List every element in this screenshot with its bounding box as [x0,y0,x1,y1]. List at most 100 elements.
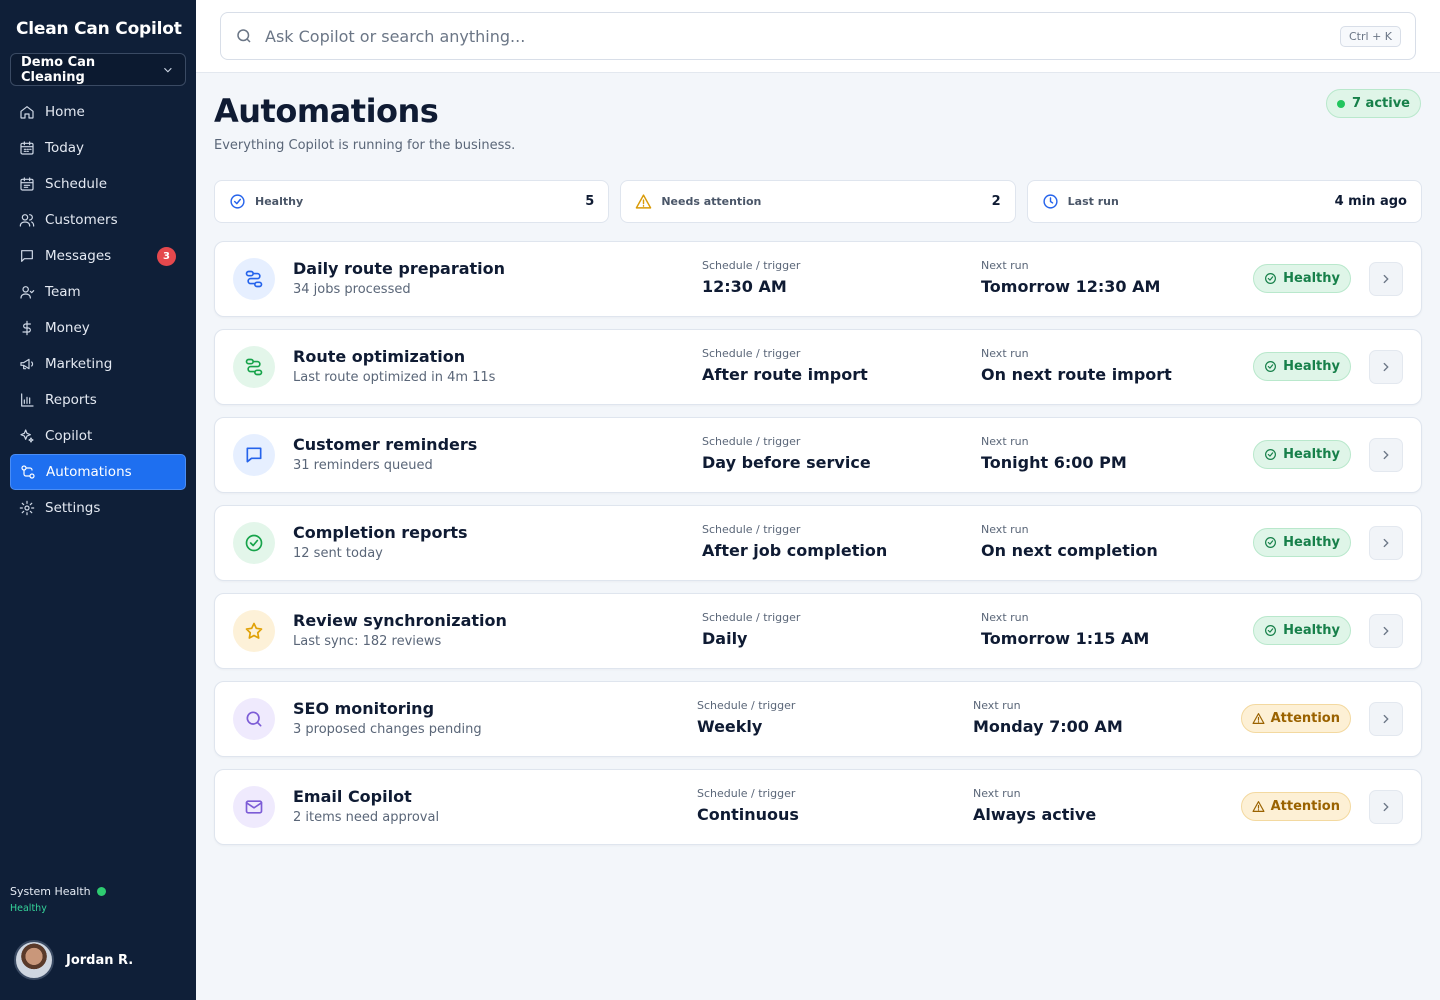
sidebar-item-label: Customers [45,212,118,228]
stat-label: Last run [1067,195,1119,208]
next-run-value: Always active [973,805,1097,824]
chevron-right-icon [1383,714,1389,724]
sidebar-item-label: Home [45,104,85,120]
customers-icon [19,214,35,227]
status-badge: Healthy [1253,616,1351,645]
check-circle-icon [1265,449,1277,460]
sidebar-item-home[interactable]: Home [10,94,186,130]
sidebar-item-label: Reports [45,392,97,408]
automation-title: Review synchronization [293,611,507,630]
schedule-label: Schedule / trigger [702,347,801,360]
sidebar-item-messages[interactable]: Messages 3 [10,238,186,274]
automation-card-seo-monitoring[interactable]: SEO monitoring 3 proposed changes pending… [214,681,1422,757]
status-label: Healthy [1283,271,1340,286]
chat-icon [246,447,262,463]
next-run-value: On next completion [981,541,1158,560]
status-dot-icon [96,887,106,896]
sidebar-item-money[interactable]: Money [10,310,186,346]
sidebar-item-schedule[interactable]: Schedule [10,166,186,202]
automation-list: Daily route preparation 34 jobs processed… [214,241,1422,857]
open-automation-button[interactable] [1369,614,1403,648]
search-input[interactable] [265,26,1340,46]
next-run-label: Next run [973,699,1021,712]
warning-icon [1252,801,1265,812]
org-name: Demo Can Cleaning [21,54,96,85]
automation-icon [233,434,275,476]
automation-card-review-synchronization[interactable]: Review synchronization Last sync: 182 rev… [214,593,1422,669]
automations-icon [21,465,35,479]
open-automation-button[interactable] [1369,790,1403,824]
schedule-value: Weekly [697,717,763,736]
sidebar-item-label: Money [45,320,90,336]
sidebar-item-copilot[interactable]: Copilot [10,418,186,454]
topbar: Ctrl + K [196,0,1440,73]
automation-subtitle: Last route optimized in 4m 11s [293,370,496,385]
sidebar-item-team[interactable]: Team [10,274,186,310]
app-title: Clean Can Copilot [16,19,182,39]
megaphone-icon [20,358,34,370]
automation-card-daily-route-preparation[interactable]: Daily route preparation 34 jobs processed… [214,241,1422,317]
route-icon [245,270,263,288]
search-bar: Ctrl + K [220,12,1416,60]
sidebar-item-label: Copilot [45,428,93,444]
team-icon [20,286,35,299]
sidebar-item-marketing[interactable]: Marketing [10,346,186,382]
sidebar-item-customers[interactable]: Customers [10,202,186,238]
status-label: Healthy [1283,359,1340,374]
chevron-right-icon [1383,450,1389,460]
automation-icon [233,786,275,828]
automation-card-route-optimization[interactable]: Route optimization Last route optimized i… [214,329,1422,405]
open-automation-button[interactable] [1369,438,1403,472]
sidebar-item-reports[interactable]: Reports [10,382,186,418]
active-count: 7 active [1351,96,1410,111]
star-icon [245,622,263,639]
sidebar-item-label: Today [45,140,85,156]
automation-subtitle: 12 sent today [293,546,383,561]
next-run-label: Next run [981,611,1029,624]
stat-value: 4 min ago [1334,194,1407,209]
avatar [14,940,54,980]
stat-last-run: Last run 4 min ago [1026,180,1422,223]
user-profile[interactable]: Jordan R. [14,940,133,980]
check-circle-icon [1265,625,1277,636]
sidebar-item-label: Settings [45,500,101,516]
page-subtitle: Everything Copilot is running for the bu… [214,138,516,153]
schedule-value: After job completion [702,541,888,560]
unread-badge: 3 [157,247,176,266]
sidebar-item-label: Marketing [45,356,113,372]
sidebar-item-label: Automations [46,464,132,480]
schedule-value: After route import [702,365,868,384]
automation-subtitle: 34 jobs processed [293,282,411,297]
open-automation-button[interactable] [1369,350,1403,384]
check-circle-icon [245,534,263,552]
automation-icon [233,346,275,388]
automation-title: Route optimization [293,347,466,366]
automation-title: Email Copilot [293,787,412,806]
org-switcher[interactable]: Demo Can Cleaning [10,53,186,86]
stat-healthy: Healthy 5 [214,180,610,223]
sidebar-item-automations[interactable]: Automations [10,454,186,490]
stat-needs-attention: Needs attention 2 [620,180,1016,223]
automation-card-completion-reports[interactable]: Completion reports 12 sent today Schedule … [214,505,1422,581]
open-automation-button[interactable] [1369,702,1403,736]
status-badge: Healthy [1253,352,1351,381]
calendar-icon [20,141,34,155]
chevron-right-icon [1383,362,1389,372]
automation-icon [233,698,275,740]
next-run-label: Next run [981,523,1029,536]
automation-card-email-copilot[interactable]: Email Copilot 2 items need approval Schedu… [214,769,1422,845]
sidebar-item-settings[interactable]: Settings [10,490,186,526]
stat-label: Healthy [255,195,304,208]
search-icon [246,711,262,727]
system-health: System Health [10,885,106,898]
automation-card-customer-reminders[interactable]: Customer reminders 31 reminders queued Sch… [214,417,1422,493]
next-run-label: Next run [981,435,1029,448]
open-automation-button[interactable] [1369,526,1403,560]
user-name: Jordan R. [66,952,134,968]
next-run-value: Tomorrow 1:15 AM [981,629,1150,648]
automation-title: Daily route preparation [293,259,506,278]
open-automation-button[interactable] [1369,262,1403,296]
sidebar-item-today[interactable]: Today [10,130,186,166]
dollar-icon [22,320,31,336]
schedule-label: Schedule / trigger [697,787,796,800]
